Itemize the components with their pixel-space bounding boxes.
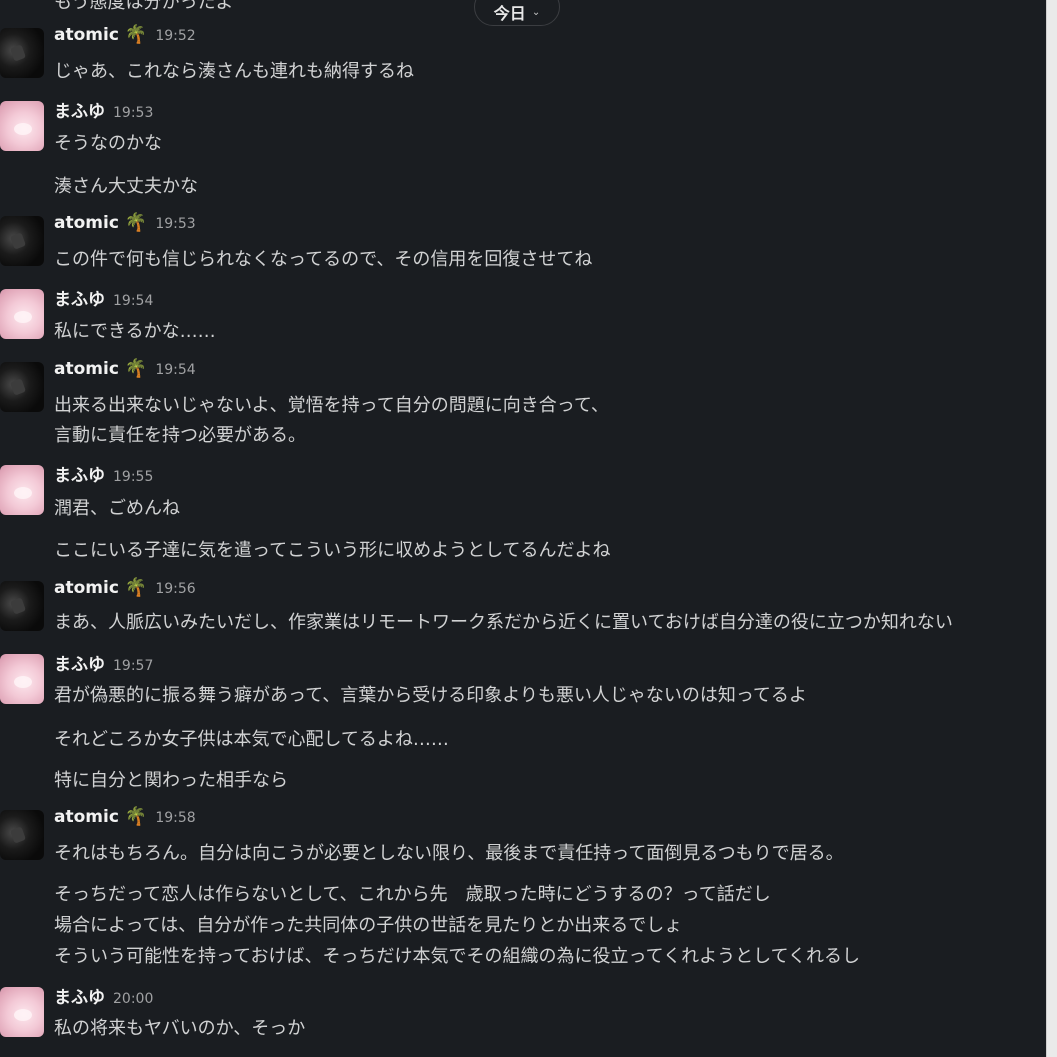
timestamp[interactable]: 20:00 bbox=[113, 991, 153, 1007]
message-text: ここにいる子達に気を遣ってこういう形に収めようとしてるんだよね bbox=[54, 540, 611, 561]
message-text: 君が偽悪的に振る舞う癖があって、言葉から受ける印象よりも悪い人じゃないのは知って… bbox=[54, 685, 807, 706]
author-name[interactable]: まふゆ bbox=[54, 650, 105, 675]
timestamp[interactable]: 19:53 bbox=[155, 216, 195, 232]
avatar[interactable] bbox=[0, 289, 44, 339]
message-text: そうなのかな bbox=[54, 133, 162, 154]
author-name[interactable]: まふゆ bbox=[54, 285, 105, 310]
avatar[interactable] bbox=[0, 654, 44, 704]
message-text: 言動に責任を持つ必要がある。 bbox=[54, 425, 306, 446]
avatar[interactable] bbox=[0, 987, 44, 1037]
message-text: じゃあ、これなら湊さんも連れも納得するね bbox=[54, 61, 414, 82]
timestamp[interactable]: 19:55 bbox=[113, 469, 153, 485]
date-divider-label: 今日 bbox=[493, 4, 526, 23]
palm-tree-icon: 🌴 bbox=[124, 358, 148, 379]
palm-tree-icon: 🌴 bbox=[124, 806, 148, 827]
timestamp[interactable]: 19:58 bbox=[155, 810, 195, 826]
message-text: 私の将来もヤバいのか、そっか bbox=[54, 1018, 306, 1039]
message-text: そっちだって恋人は作らないとして、これから先 歳取った時にどうするの？って話だし bbox=[54, 884, 771, 905]
author-name[interactable]: atomic bbox=[54, 578, 119, 598]
message-text: それどころか女子供は本気で心配してるよね…… bbox=[54, 729, 449, 750]
message-text: 場合によっては、自分が作った共同体の子供の世話を見たりとか出来るでしょ bbox=[54, 915, 683, 936]
author-name[interactable]: まふゆ bbox=[54, 461, 105, 486]
timestamp[interactable]: 19:54 bbox=[155, 362, 195, 378]
author-name[interactable]: atomic bbox=[54, 25, 119, 45]
message-text: この件で何も信じられなくなってるので、その信用を回復させてね bbox=[54, 249, 593, 270]
avatar[interactable] bbox=[0, 465, 44, 515]
message-text: まあ、人脈広いみたいだし、作家業はリモートワーク系だから近くに置いておけば自分達… bbox=[54, 612, 953, 633]
author-name[interactable]: atomic bbox=[54, 807, 119, 827]
avatar[interactable] bbox=[0, 810, 44, 860]
date-divider-button[interactable]: 今日 ⌄ bbox=[474, 0, 560, 26]
message-text: そういう可能性を持っておけば、そっちだけ本気でその組織の為に役立ってくれようとし… bbox=[54, 946, 861, 967]
palm-tree-icon: 🌴 bbox=[124, 24, 148, 45]
author-name[interactable]: まふゆ bbox=[54, 983, 105, 1008]
author-name[interactable]: atomic bbox=[54, 359, 119, 379]
avatar[interactable] bbox=[0, 216, 44, 266]
timestamp[interactable]: 19:53 bbox=[113, 105, 153, 121]
author-name[interactable]: atomic bbox=[54, 213, 119, 233]
message-text: 私にできるかな…… bbox=[54, 321, 216, 342]
timestamp[interactable]: 19:54 bbox=[113, 293, 153, 309]
message-text: それはもちろん。自分は向こうが必要としない限り、最後まで責任持って面倒見るつもり… bbox=[54, 843, 844, 864]
message-text: 潤君、ごめんね bbox=[54, 498, 180, 519]
timestamp[interactable]: 19:57 bbox=[113, 658, 153, 674]
avatar[interactable] bbox=[0, 101, 44, 151]
partial-message-line: もう態度は分かったよ bbox=[54, 0, 234, 13]
timestamp[interactable]: 19:56 bbox=[155, 581, 195, 597]
avatar[interactable] bbox=[0, 581, 44, 631]
message-text: 出来る出来ないじゃないよ、覚悟を持って自分の問題に向き合って、 bbox=[54, 395, 609, 416]
palm-tree-icon: 🌴 bbox=[124, 577, 148, 598]
avatar[interactable] bbox=[0, 28, 44, 78]
message-text: 湊さん大丈夫かな bbox=[54, 176, 198, 197]
chevron-down-icon: ⌄ bbox=[531, 6, 541, 18]
author-name[interactable]: まふゆ bbox=[54, 97, 105, 122]
palm-tree-icon: 🌴 bbox=[124, 212, 148, 233]
scrollbar[interactable] bbox=[1046, 0, 1057, 1057]
message-text: 特に自分と関わった相手なら bbox=[54, 770, 288, 791]
timestamp[interactable]: 19:52 bbox=[155, 28, 195, 44]
avatar[interactable] bbox=[0, 362, 44, 412]
